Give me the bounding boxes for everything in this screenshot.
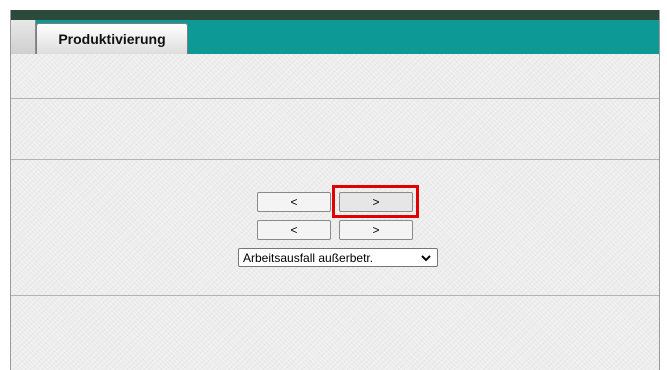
tab-produktivierung[interactable]: Produktivierung (36, 23, 188, 54)
prev-button-bottom[interactable]: < (257, 220, 331, 240)
prev-button-top[interactable]: < (257, 192, 331, 212)
next-button-top[interactable]: > (339, 192, 413, 212)
section-divider-3 (11, 295, 659, 296)
reason-select[interactable]: Arbeitsausfall außerbetr. (238, 248, 438, 267)
tab-notch (11, 20, 36, 54)
section-divider-2 (11, 159, 659, 160)
top-band (11, 10, 659, 20)
chevron-down-icon (421, 255, 431, 262)
section-divider-1 (11, 98, 659, 99)
main-panel: Produktivierung < > < > Arbeitsausfall a… (10, 10, 660, 370)
next-button-bottom[interactable]: > (339, 220, 413, 240)
reason-select-value: Arbeitsausfall außerbetr. (243, 250, 374, 265)
